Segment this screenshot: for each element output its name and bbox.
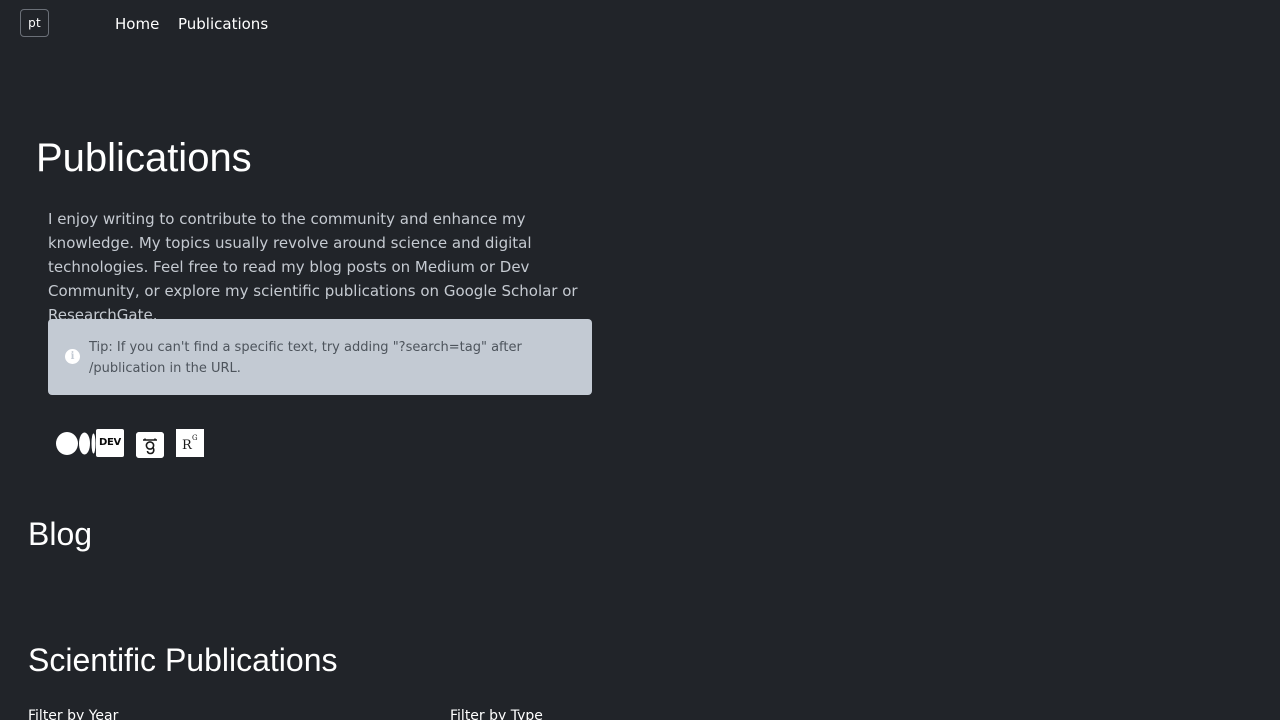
scientific-publications-title: Scientific Publications <box>28 642 338 678</box>
google-scholar-icon[interactable] <box>136 432 164 458</box>
info-icon: i <box>65 349 80 364</box>
medium-icon[interactable] <box>56 432 96 455</box>
filter-by-type-label: Filter by Type <box>450 708 543 720</box>
dev-community-icon[interactable]: DEV <box>96 429 124 457</box>
intro-paragraph: I enjoy writing to contribute to the com… <box>48 210 578 324</box>
dev-icon-glyph: DEV <box>99 437 121 448</box>
page-title: Publications <box>36 136 252 180</box>
tip-callout: i Tip: If you can't find a specific text… <box>48 319 592 395</box>
tip-text: Tip: If you can't find a specific text, … <box>89 340 522 376</box>
filter-by-year-label: Filter by Year <box>28 708 119 720</box>
blog-section-title: Blog <box>28 516 93 552</box>
nav-link-home[interactable]: Home <box>115 15 159 33</box>
nav-link-publications[interactable]: Publications <box>178 15 268 33</box>
svg-text:G: G <box>192 434 198 442</box>
site-logo[interactable]: pt <box>20 9 49 37</box>
top-navbar: pt Home Publications <box>0 0 1280 48</box>
researchgate-icon[interactable]: R G <box>176 429 204 457</box>
